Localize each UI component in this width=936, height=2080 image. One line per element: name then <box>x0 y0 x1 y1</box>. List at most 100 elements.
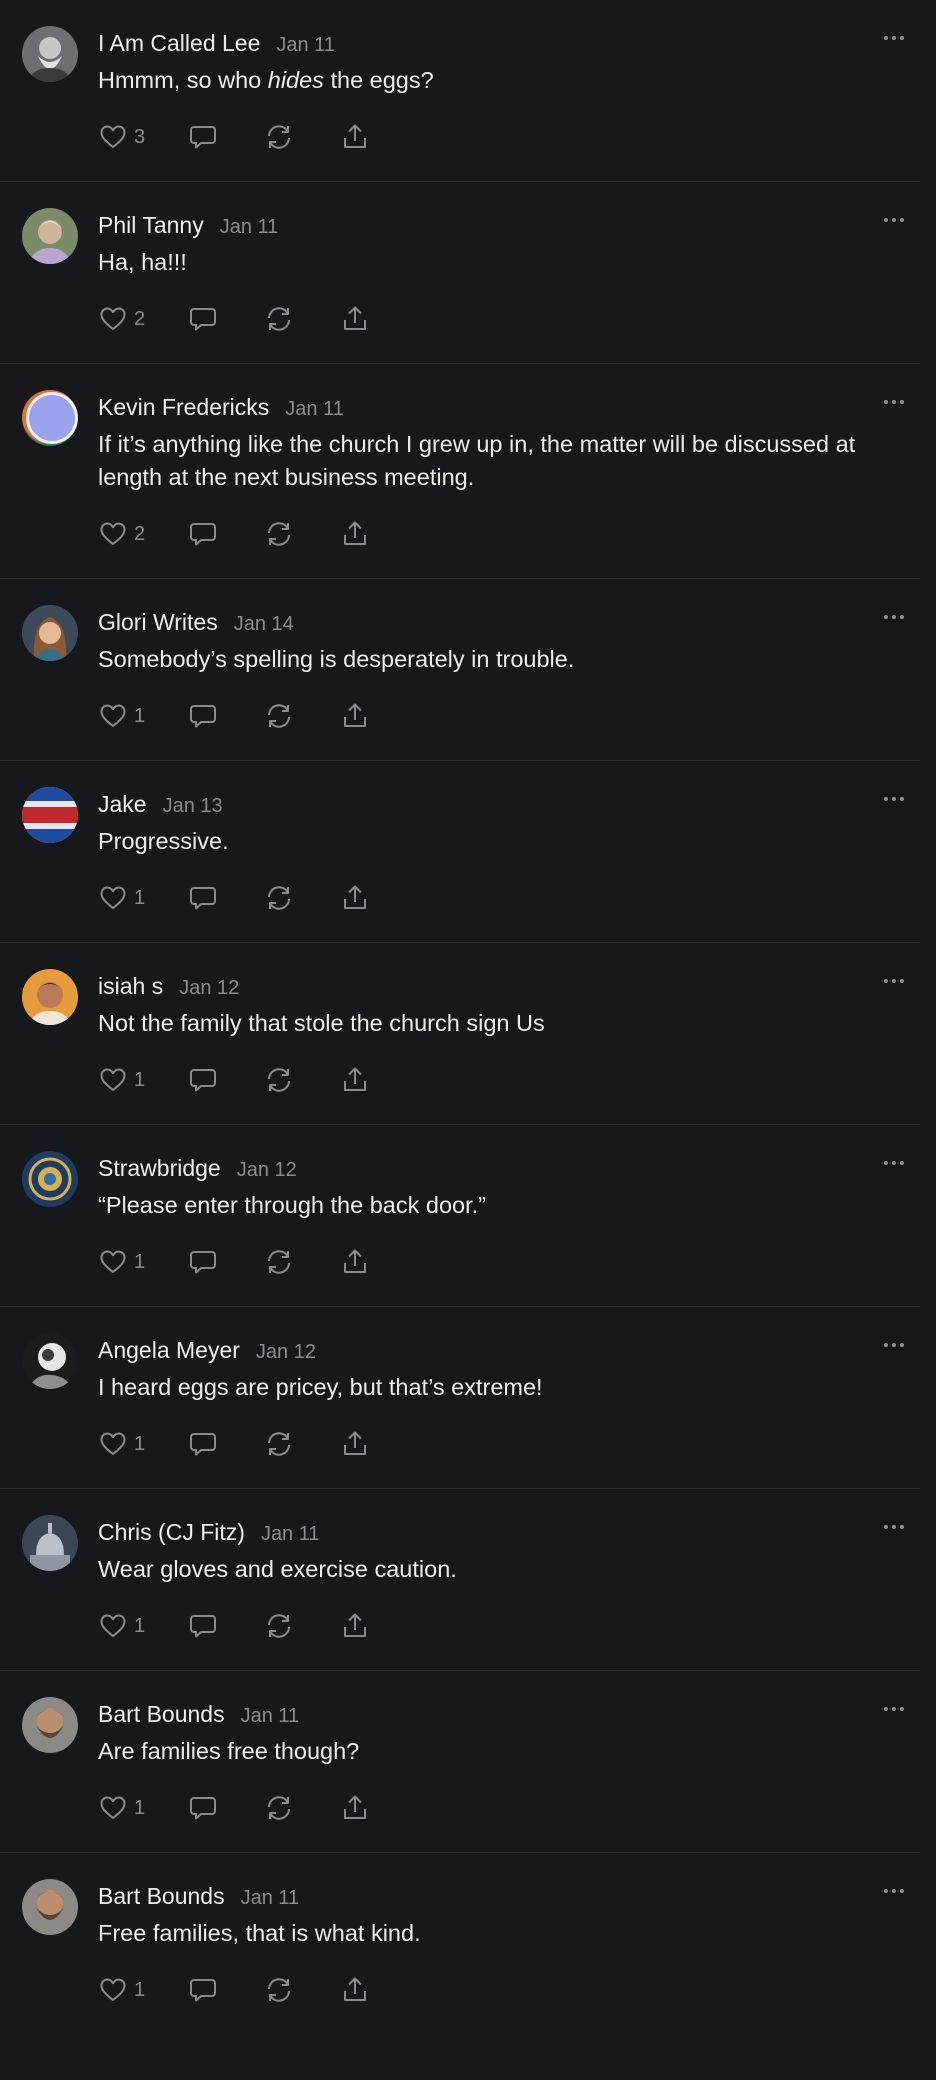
avatar[interactable] <box>22 1879 78 1935</box>
share-button[interactable] <box>340 1065 370 1095</box>
avatar-bw-portrait-icon <box>22 1333 78 1389</box>
like-button[interactable]: 1 <box>98 1793 188 1823</box>
avatar[interactable] <box>22 787 78 843</box>
reply-button[interactable] <box>188 1975 264 2005</box>
comment-date[interactable]: Jan 11 <box>276 34 335 57</box>
comment-date[interactable]: Jan 11 <box>285 398 344 421</box>
share-button[interactable] <box>340 122 370 152</box>
more-options-button[interactable] <box>876 1517 912 1537</box>
speech-bubble-icon <box>190 1433 216 1456</box>
author-name[interactable]: Phil Tanny <box>98 212 204 239</box>
author-name[interactable]: Kevin Fredericks <box>98 394 269 421</box>
more-options-button[interactable] <box>876 1699 912 1719</box>
restack-button[interactable] <box>264 1975 340 2005</box>
avatar[interactable] <box>22 969 78 1025</box>
avatar[interactable] <box>22 1333 78 1389</box>
share-button[interactable] <box>340 1793 370 1823</box>
comment-feed: I Am Called Lee Jan 11 Hmmm, so who hide… <box>0 0 936 2010</box>
restack-button[interactable] <box>264 122 340 152</box>
like-button[interactable]: 2 <box>98 304 188 334</box>
avatar[interactable] <box>22 1515 78 1571</box>
comment-date[interactable]: Jan 12 <box>237 1159 297 1182</box>
restack-button[interactable] <box>264 304 340 334</box>
reply-button[interactable] <box>188 519 264 549</box>
reply-button[interactable] <box>188 304 264 334</box>
comment-text: If it’s anything like the church I grew … <box>98 431 856 490</box>
like-button[interactable]: 1 <box>98 883 188 913</box>
restack-button[interactable] <box>264 519 340 549</box>
more-dots-icon <box>884 1343 888 1347</box>
comment-date[interactable]: Jan 11 <box>241 1887 300 1910</box>
restack-button[interactable] <box>264 1247 340 1277</box>
avatar[interactable] <box>22 1697 78 1753</box>
like-button[interactable]: 1 <box>98 701 188 731</box>
like-button[interactable]: 1 <box>98 1975 188 2005</box>
author-name[interactable]: I Am Called Lee <box>98 30 260 57</box>
author-name[interactable]: Strawbridge <box>98 1155 221 1182</box>
share-button[interactable] <box>340 304 370 334</box>
share-button[interactable] <box>340 701 370 731</box>
like-count: 2 <box>134 307 146 330</box>
more-options-button[interactable] <box>876 28 912 48</box>
reply-button[interactable] <box>188 1611 264 1641</box>
comment-date[interactable]: Jan 13 <box>163 795 223 818</box>
like-button[interactable]: 2 <box>98 519 188 549</box>
avatar[interactable] <box>22 605 78 661</box>
restack-button[interactable] <box>264 1611 340 1641</box>
like-button[interactable]: 1 <box>98 1247 188 1277</box>
restack-button[interactable] <box>264 1429 340 1459</box>
share-button[interactable] <box>340 1611 370 1641</box>
comment-date[interactable]: Jan 12 <box>179 977 239 1000</box>
share-button[interactable] <box>340 1247 370 1277</box>
more-options-button[interactable] <box>876 1153 912 1173</box>
speech-bubble-icon <box>190 1797 216 1820</box>
reply-button[interactable] <box>188 1247 264 1277</box>
like-button[interactable]: 3 <box>98 122 188 152</box>
avatar[interactable] <box>22 26 78 82</box>
more-options-button[interactable] <box>876 971 912 991</box>
author-name[interactable]: Bart Bounds <box>98 1883 225 1910</box>
restack-button[interactable] <box>264 883 340 913</box>
share-button[interactable] <box>340 883 370 913</box>
comment-date[interactable]: Jan 12 <box>256 1341 316 1364</box>
share-button[interactable] <box>340 1975 370 2005</box>
restack-button[interactable] <box>264 1065 340 1095</box>
author-name[interactable]: Bart Bounds <box>98 1701 225 1728</box>
author-name[interactable]: Chris (CJ Fitz) <box>98 1519 245 1546</box>
like-button[interactable]: 1 <box>98 1611 188 1641</box>
more-options-button[interactable] <box>876 607 912 627</box>
restack-button[interactable] <box>264 1793 340 1823</box>
author-name[interactable]: isiah s <box>98 973 163 1000</box>
like-button[interactable]: 1 <box>98 1065 188 1095</box>
comment-text: Are families free though? <box>98 1738 360 1764</box>
reply-button[interactable] <box>188 122 264 152</box>
like-button[interactable]: 1 <box>98 1429 188 1459</box>
avatar[interactable] <box>22 208 78 264</box>
speech-bubble-icon <box>190 126 216 149</box>
comment-date[interactable]: Jan 14 <box>234 613 294 636</box>
reply-button[interactable] <box>188 1429 264 1459</box>
reply-button[interactable] <box>188 1065 264 1095</box>
author-name[interactable]: Jake <box>98 791 147 818</box>
avatar[interactable] <box>22 1151 78 1207</box>
more-options-button[interactable] <box>876 1335 912 1355</box>
avatar[interactable] <box>22 390 78 446</box>
share-button[interactable] <box>340 519 370 549</box>
comment-date[interactable]: Jan 11 <box>241 1705 300 1728</box>
reply-button[interactable] <box>188 1793 264 1823</box>
comment-date[interactable]: Jan 11 <box>261 1523 320 1546</box>
comment-date[interactable]: Jan 11 <box>220 216 279 239</box>
comment-actions: 3 <box>98 117 900 157</box>
author-name[interactable]: Glori Writes <box>98 609 218 636</box>
like-count: 1 <box>134 1796 146 1819</box>
more-options-button[interactable] <box>876 210 912 230</box>
reply-button[interactable] <box>188 883 264 913</box>
author-name[interactable]: Angela Meyer <box>98 1337 240 1364</box>
more-options-button[interactable] <box>876 392 912 412</box>
reply-button[interactable] <box>188 701 264 731</box>
restack-button[interactable] <box>264 701 340 731</box>
more-options-button[interactable] <box>876 1881 912 1901</box>
share-button[interactable] <box>340 1429 370 1459</box>
more-options-button[interactable] <box>876 789 912 809</box>
restack-icon <box>268 1432 290 1456</box>
